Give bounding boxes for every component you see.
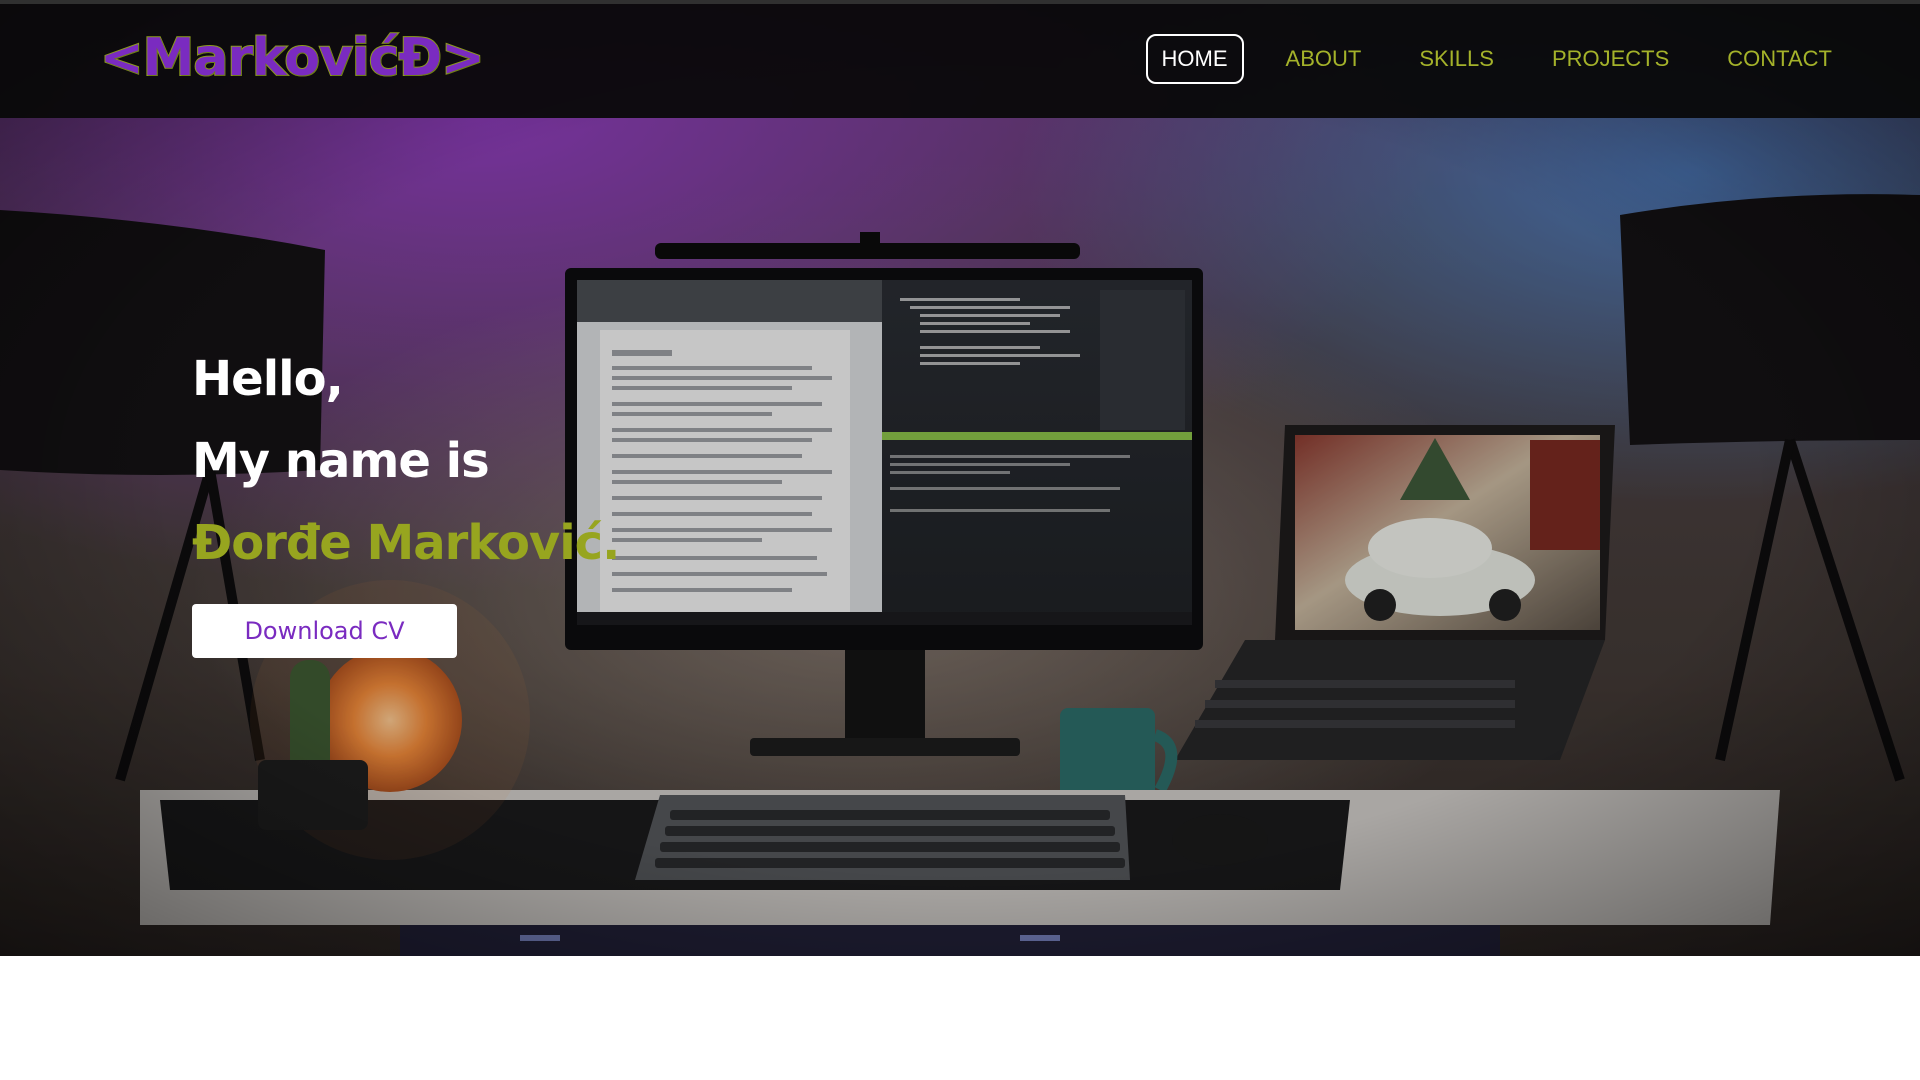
hero-text: Hello, My name is Đorđe Marković. Downlo… (192, 338, 620, 658)
main-nav: HOME ABOUT SKILLS PROJECTS CONTACT (1120, 34, 1848, 84)
hero-section: Hello, My name is Đorđe Marković. Downlo… (0, 0, 1920, 956)
hero-greeting: Hello, (192, 351, 344, 407)
download-cv-button[interactable]: Download CV (192, 604, 457, 658)
nav-item-skills[interactable]: SKILLS (1403, 34, 1510, 84)
hero-name: Đorđe Marković. (192, 515, 620, 571)
nav-item-about[interactable]: ABOUT (1270, 34, 1378, 84)
nav-item-contact[interactable]: CONTACT (1711, 34, 1848, 84)
hero-intro: My name is (192, 433, 490, 489)
site-logo[interactable]: <MarkovićĐ> (99, 27, 486, 89)
nav-item-home[interactable]: HOME (1145, 34, 1244, 84)
site-header: <MarkovićĐ> HOME ABOUT SKILLS PROJECTS C… (0, 0, 1920, 118)
nav-item-projects[interactable]: PROJECTS (1536, 34, 1685, 84)
